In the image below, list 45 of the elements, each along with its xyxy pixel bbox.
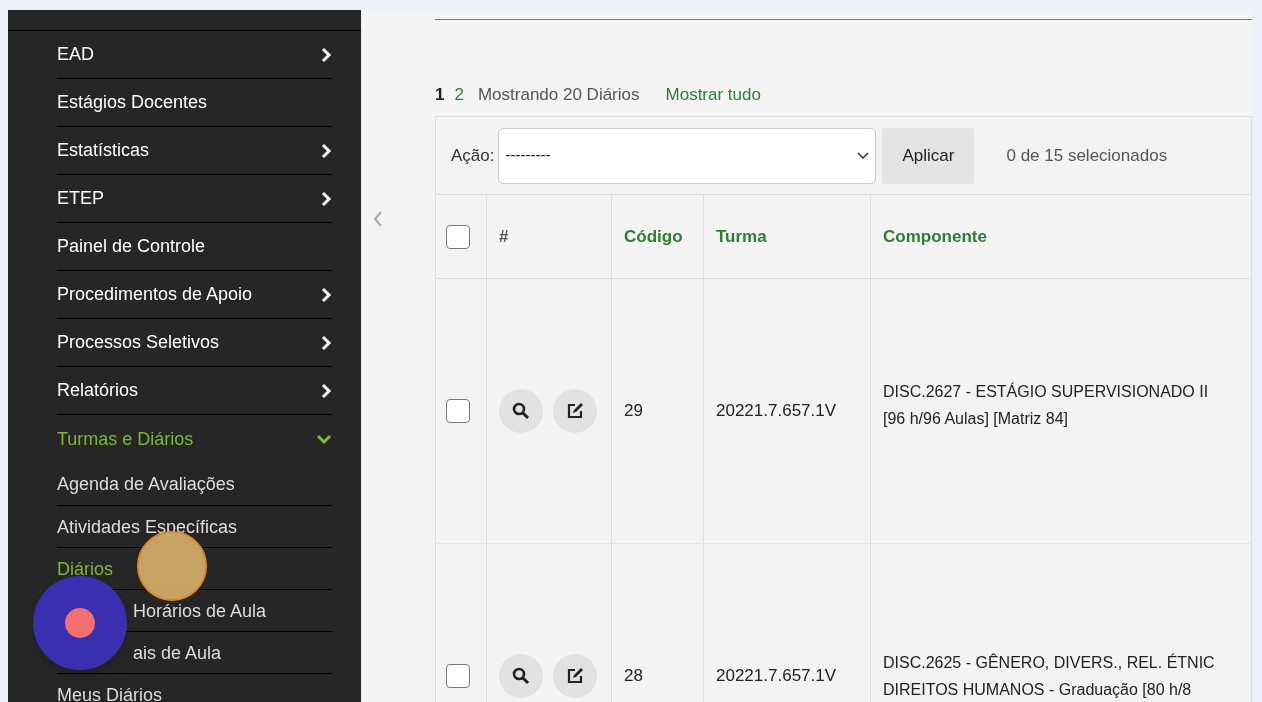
apply-button[interactable]: Aplicar <box>882 127 975 184</box>
sidebar-item[interactable]: Estatísticas <box>57 137 150 164</box>
edit-button[interactable] <box>553 654 597 698</box>
sidebar-item[interactable]: Painel de Controle <box>57 233 206 260</box>
column-header[interactable]: Código <box>624 223 683 250</box>
search-icon <box>512 402 530 420</box>
checkbox[interactable] <box>446 664 470 688</box>
sidebar-item[interactable]: Processos Seletivos <box>57 329 220 356</box>
table-cell-text: 28 <box>624 665 643 688</box>
table-cell-text: 29 <box>624 400 643 423</box>
action-select[interactable]: --------- <box>498 127 877 184</box>
submenu-item[interactable]: Meus Diários <box>57 685 163 702</box>
column-header[interactable]: Componente <box>883 223 987 250</box>
sidebar-item[interactable]: Estágios Docentes <box>57 89 208 116</box>
results-summary: Mostrando 20 Diários <box>477 84 640 106</box>
page-link[interactable]: 2 <box>454 82 464 108</box>
table-cell-text: 20221.7.657.1V <box>716 400 837 423</box>
sidebar-item[interactable]: Relatórios <box>57 377 139 404</box>
table-cell-text: DISC.2625 - GÊNERO, DIVERS., REL. ÉTNIC DIREITOS HUMANOS - Graduação [80 h/8 <box>883 652 1216 700</box>
show-all-link[interactable]: Mostrar tudo <box>665 82 761 108</box>
selection-count: 0 de 15 selecionados <box>1006 144 1168 167</box>
view-button[interactable] <box>499 654 543 698</box>
edit-icon <box>565 667 585 685</box>
page-link[interactable]: 1 <box>435 82 445 108</box>
sidebar-item[interactable]: Turmas e Diários <box>57 425 194 453</box>
sidebar-item[interactable]: ETEP <box>57 185 104 212</box>
action-label: Ação: <box>451 144 495 167</box>
submenu-item[interactable]: Agenda de Avaliações <box>57 475 235 493</box>
column-header[interactable]: Turma <box>716 223 767 250</box>
edit-button[interactable] <box>553 389 597 433</box>
table-cell-text: 20221.7.657.1V <box>716 665 837 688</box>
search-icon <box>512 667 530 685</box>
sidebar-item[interactable]: EAD <box>57 41 94 68</box>
submenu-item[interactable]: ais de Aula <box>133 643 222 662</box>
dropdown-caret-icon <box>857 151 870 160</box>
checkbox[interactable] <box>446 399 470 423</box>
view-button[interactable] <box>499 389 543 433</box>
table-cell-text: DISC.2627 - ESTÁGIO SUPERVISIONADO II [96 h/96 Aulas] [Matriz 84] <box>883 381 1210 429</box>
submenu-item[interactable]: Atividades Específicas <box>57 517 238 536</box>
checkbox[interactable] <box>446 224 470 249</box>
column-header[interactable]: # <box>499 223 509 250</box>
edit-icon <box>565 402 585 420</box>
submenu-item[interactable]: Horários de Aula <box>133 601 267 620</box>
submenu-item[interactable]: Diários <box>57 559 113 578</box>
sidebar-item[interactable]: Procedimentos de Apoio <box>57 281 253 308</box>
